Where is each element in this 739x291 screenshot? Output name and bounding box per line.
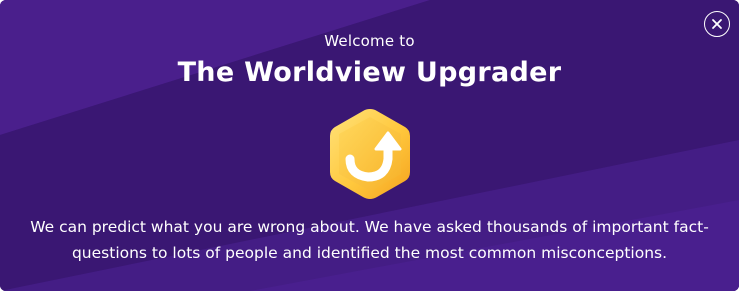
welcome-modal: Welcome to The Worldview Upgrader We can… bbox=[0, 0, 739, 291]
modal-title: The Worldview Upgrader bbox=[177, 57, 562, 88]
modal-description: We can predict what you are wrong about.… bbox=[30, 218, 709, 262]
welcome-label: Welcome to bbox=[324, 32, 415, 50]
close-icon bbox=[712, 19, 722, 29]
upgrade-arrow-hexagon-icon bbox=[330, 109, 410, 199]
